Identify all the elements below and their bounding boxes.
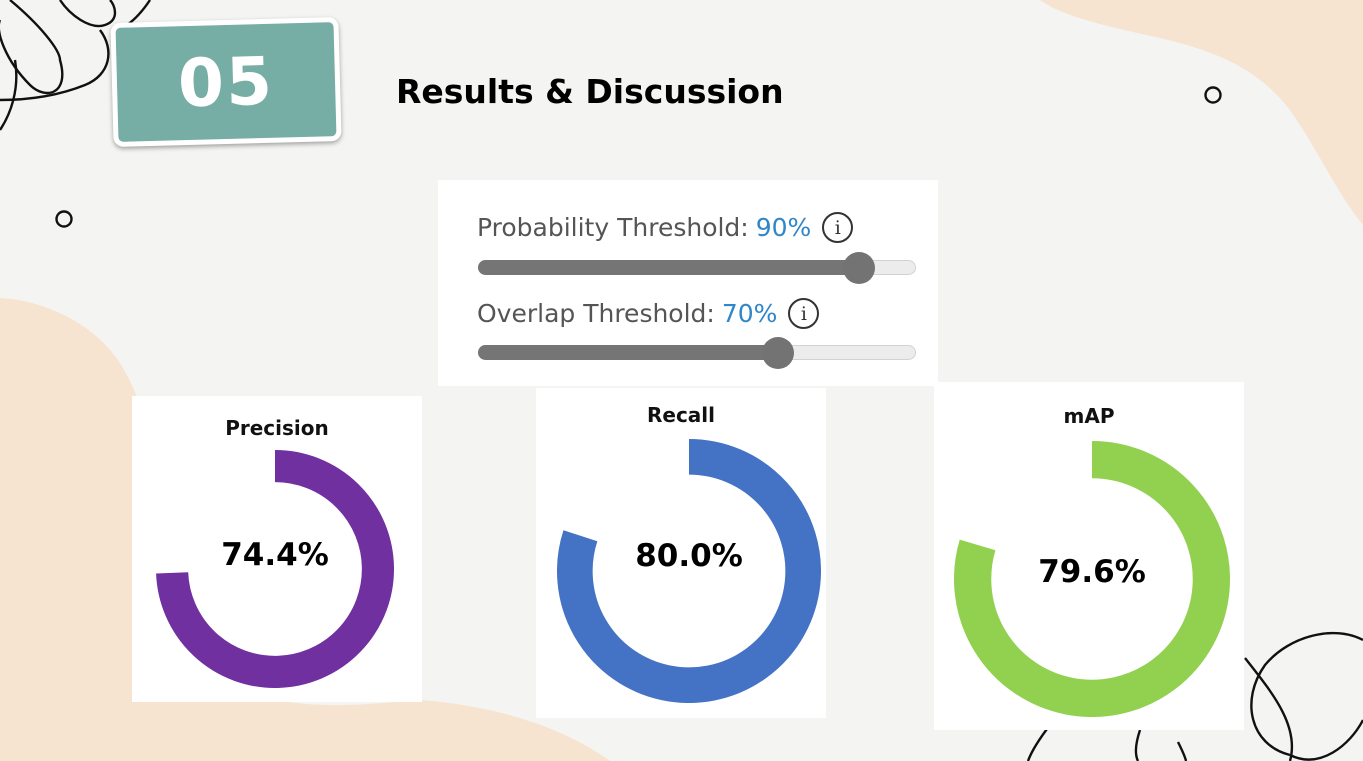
small-circle (1204, 86, 1222, 104)
page-title: Results & Discussion (396, 72, 784, 111)
probability-threshold-label: Probability Threshold: 90% i (477, 212, 854, 243)
overlap-threshold-text: Overlap Threshold: (477, 299, 715, 328)
small-circle (55, 210, 73, 228)
section-number: 05 (177, 42, 275, 122)
precision-title: Precision (225, 416, 329, 440)
recall-card: Recall 80.0% (536, 388, 826, 718)
map-value: 79.6% (1038, 554, 1146, 590)
precision-value: 74.4% (221, 537, 329, 573)
recall-title: Recall (646, 403, 716, 427)
section-number-badge: 05 (110, 17, 342, 147)
top-right-blob (1040, 0, 1363, 225)
precision-card: Precision 74.4% (132, 396, 422, 702)
map-card: mAP 79.6% (934, 382, 1244, 730)
overlap-threshold-value: 70% (721, 299, 778, 328)
probability-slider-fill (478, 260, 858, 275)
threshold-panel: Probability Threshold: 90% i Overlap Thr… (438, 180, 938, 386)
probability-threshold-value: 90% (755, 213, 812, 242)
overlap-threshold-label: Overlap Threshold: 70% i (477, 298, 820, 329)
map-title: mAP (1063, 404, 1115, 428)
probability-threshold-text: Probability Threshold: (477, 213, 749, 242)
probability-slider-handle[interactable] (842, 252, 875, 284)
info-icon[interactable]: i (788, 298, 820, 329)
info-icon[interactable]: i (822, 212, 854, 243)
probability-threshold-slider[interactable] (478, 252, 916, 284)
recall-value: 80.0% (635, 538, 743, 574)
overlap-slider-fill (478, 345, 778, 360)
overlap-threshold-slider[interactable] (478, 337, 916, 369)
overlap-slider-handle[interactable] (762, 337, 795, 369)
